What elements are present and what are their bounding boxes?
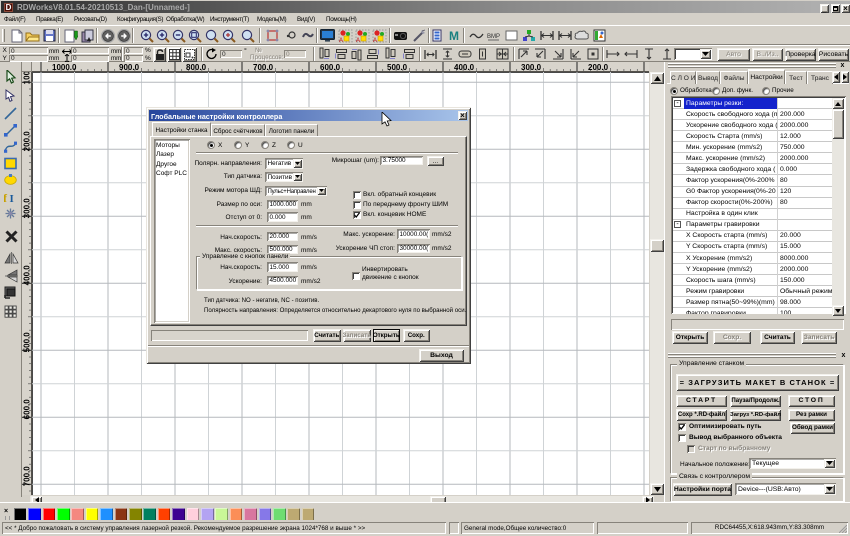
svg-text:300.0: 300.0: [23, 198, 32, 219]
svg-text:A: A: [339, 38, 343, 43]
svg-text:200.0: 200.0: [23, 131, 32, 152]
svg-text:400.0: 400.0: [23, 265, 32, 286]
svg-text:f: f: [4, 191, 8, 204]
svg-text:200.0: 200.0: [588, 63, 609, 72]
svg-text:100.0: 100.0: [23, 72, 32, 84]
svg-text:500.0: 500.0: [387, 63, 408, 72]
svg-text:900.0: 900.0: [119, 63, 140, 72]
svg-text:300.0: 300.0: [521, 63, 542, 72]
svg-text:A: A: [373, 38, 377, 43]
svg-text:400.0: 400.0: [454, 63, 475, 72]
svg-text:500.0: 500.0: [23, 332, 32, 353]
svg-text:I: I: [10, 193, 14, 204]
svg-text:600.0: 600.0: [23, 399, 32, 420]
svg-text:1000.0: 1000.0: [52, 63, 77, 72]
svg-text:700.0: 700.0: [23, 466, 32, 487]
svg-text:A: A: [356, 38, 360, 43]
svg-text:BMP: BMP: [487, 34, 500, 40]
svg-text:800.0: 800.0: [186, 63, 207, 72]
svg-text:700.0: 700.0: [253, 63, 274, 72]
svg-text:M: M: [449, 29, 459, 42]
svg-text:600.0: 600.0: [320, 63, 341, 72]
